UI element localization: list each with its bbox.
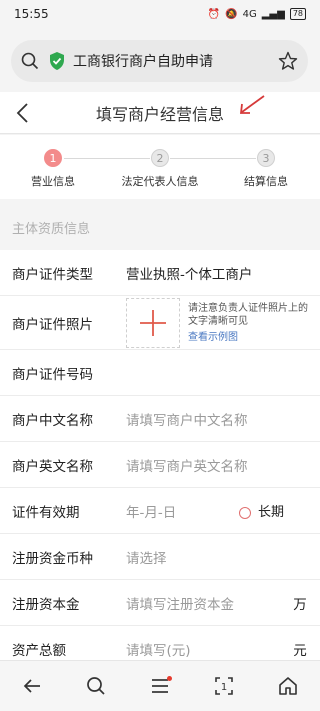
cn-name-row[interactable]: 商户中文名称 请填写商户中文名称 (0, 396, 320, 442)
currency-row[interactable]: 注册资金币种 请选择 (0, 534, 320, 580)
cert-type-label: 商户证件类型 (12, 266, 93, 283)
arrow-left-icon (23, 679, 40, 693)
browser-bottom-nav: 1 (0, 660, 320, 711)
nav-tabs-button[interactable]: 1 (204, 666, 244, 706)
en-name-label: 商户英文名称 (12, 458, 93, 475)
view-example-link[interactable]: 查看示例图 (188, 331, 316, 344)
secure-shield-icon (50, 52, 64, 70)
nav-back-button[interactable] (12, 666, 52, 706)
assets-label: 资产总额 (12, 642, 66, 659)
nav-menu-button[interactable] (140, 666, 180, 706)
back-arrow-icon[interactable] (12, 101, 34, 125)
page-header: 填写商户经营信息 (0, 92, 320, 134)
star-icon[interactable] (278, 51, 298, 71)
nav-home-button[interactable] (268, 666, 308, 706)
assets-input[interactable]: 请填写(元) (126, 639, 280, 659)
mute-icon: 🔕 (225, 8, 238, 20)
home-icon (279, 677, 297, 695)
radio-icon[interactable] (238, 506, 251, 519)
long-term-option[interactable]: 长期 (238, 501, 284, 520)
validity-row: 证件有效期 年-月-日 长期 (0, 488, 320, 534)
nav-search-button[interactable] (76, 666, 116, 706)
currency-select[interactable]: 请选择 (126, 547, 320, 567)
photo-upload-button[interactable] (126, 297, 180, 348)
en-name-row[interactable]: 商户英文名称 请填写商户英文名称 (0, 442, 320, 488)
battery-icon: 78 (289, 8, 306, 20)
photo-hint: 请注意负责人证件照片上的文字清晰可见 查看示例图 (188, 302, 316, 344)
validity-label: 证件有效期 (12, 504, 80, 521)
signal-icon: ▂▄▆ (261, 8, 285, 20)
step-number: 3 (257, 149, 275, 167)
cn-name-input[interactable]: 请填写商户中文名称 (126, 409, 320, 429)
progress-steps: 1 营业信息 2 法定代表人信息 3 结算信息 (0, 135, 320, 199)
en-name-input[interactable]: 请填写商户英文名称 (126, 455, 320, 475)
annotation-arrow-icon (239, 95, 265, 114)
currency-label: 注册资金币种 (12, 550, 93, 567)
plus-icon (140, 309, 166, 336)
cert-photo-row: 商户证件照片 请注意负责人证件照片上的文字清晰可见 查看示例图 (0, 296, 320, 350)
cert-photo-label: 商户证件照片 (12, 316, 93, 333)
capital-label: 注册资本金 (12, 596, 80, 613)
capital-unit: 万 (293, 596, 307, 613)
search-icon (87, 677, 105, 695)
assets-unit: 元 (293, 642, 307, 659)
status-time: 15:55 (14, 7, 49, 21)
capital-input[interactable]: 请填写注册资本金 (126, 593, 280, 613)
notification-dot (167, 676, 172, 681)
network-label: 4G (242, 8, 257, 20)
long-term-label: 长期 (257, 505, 284, 520)
step-2: 2 法定代表人信息 (115, 149, 205, 189)
step-1: 1 营业信息 (8, 149, 98, 189)
step-label: 法定代表人信息 (121, 175, 199, 188)
capital-row[interactable]: 注册资本金 请填写注册资本金 万 (0, 580, 320, 626)
tabs-icon: 1 (215, 677, 233, 695)
section-title: 主体资质信息 (0, 206, 320, 248)
search-icon[interactable] (21, 52, 39, 70)
step-number: 1 (44, 149, 62, 167)
step-label: 营业信息 (31, 175, 75, 188)
browser-address-bar[interactable]: 工商银行商户自助申请 (11, 40, 308, 82)
business-info-form: 商户证件类型 营业执照-个体工商户 商户证件照片 请注意负责人证件照片上的文字清… (0, 250, 320, 672)
cert-type-value[interactable]: 营业执照-个体工商户 (126, 263, 320, 283)
cert-number-label: 商户证件号码 (12, 366, 93, 383)
step-3: 3 结算信息 (221, 149, 311, 189)
step-label: 结算信息 (244, 175, 288, 188)
svg-text:1: 1 (221, 682, 227, 693)
cn-name-label: 商户中文名称 (12, 412, 93, 429)
cert-number-row[interactable]: 商户证件号码 (0, 350, 320, 396)
validity-date-picker[interactable]: 年-月-日 (126, 501, 239, 521)
status-icons: ⏰ 🔕 4G ▂▄▆ 78 (208, 8, 306, 20)
step-number: 2 (151, 149, 169, 167)
page-url-title[interactable]: 工商银行商户自助申请 (73, 51, 278, 71)
status-bar: 15:55 ⏰ 🔕 4G ▂▄▆ 78 (0, 0, 320, 28)
cert-type-row[interactable]: 商户证件类型 营业执照-个体工商户 (0, 250, 320, 296)
alarm-icon: ⏰ (207, 8, 221, 20)
photo-hint-text: 请注意负责人证件照片上的文字清晰可见 (188, 302, 308, 327)
page-title: 填写商户经营信息 (95, 104, 224, 124)
